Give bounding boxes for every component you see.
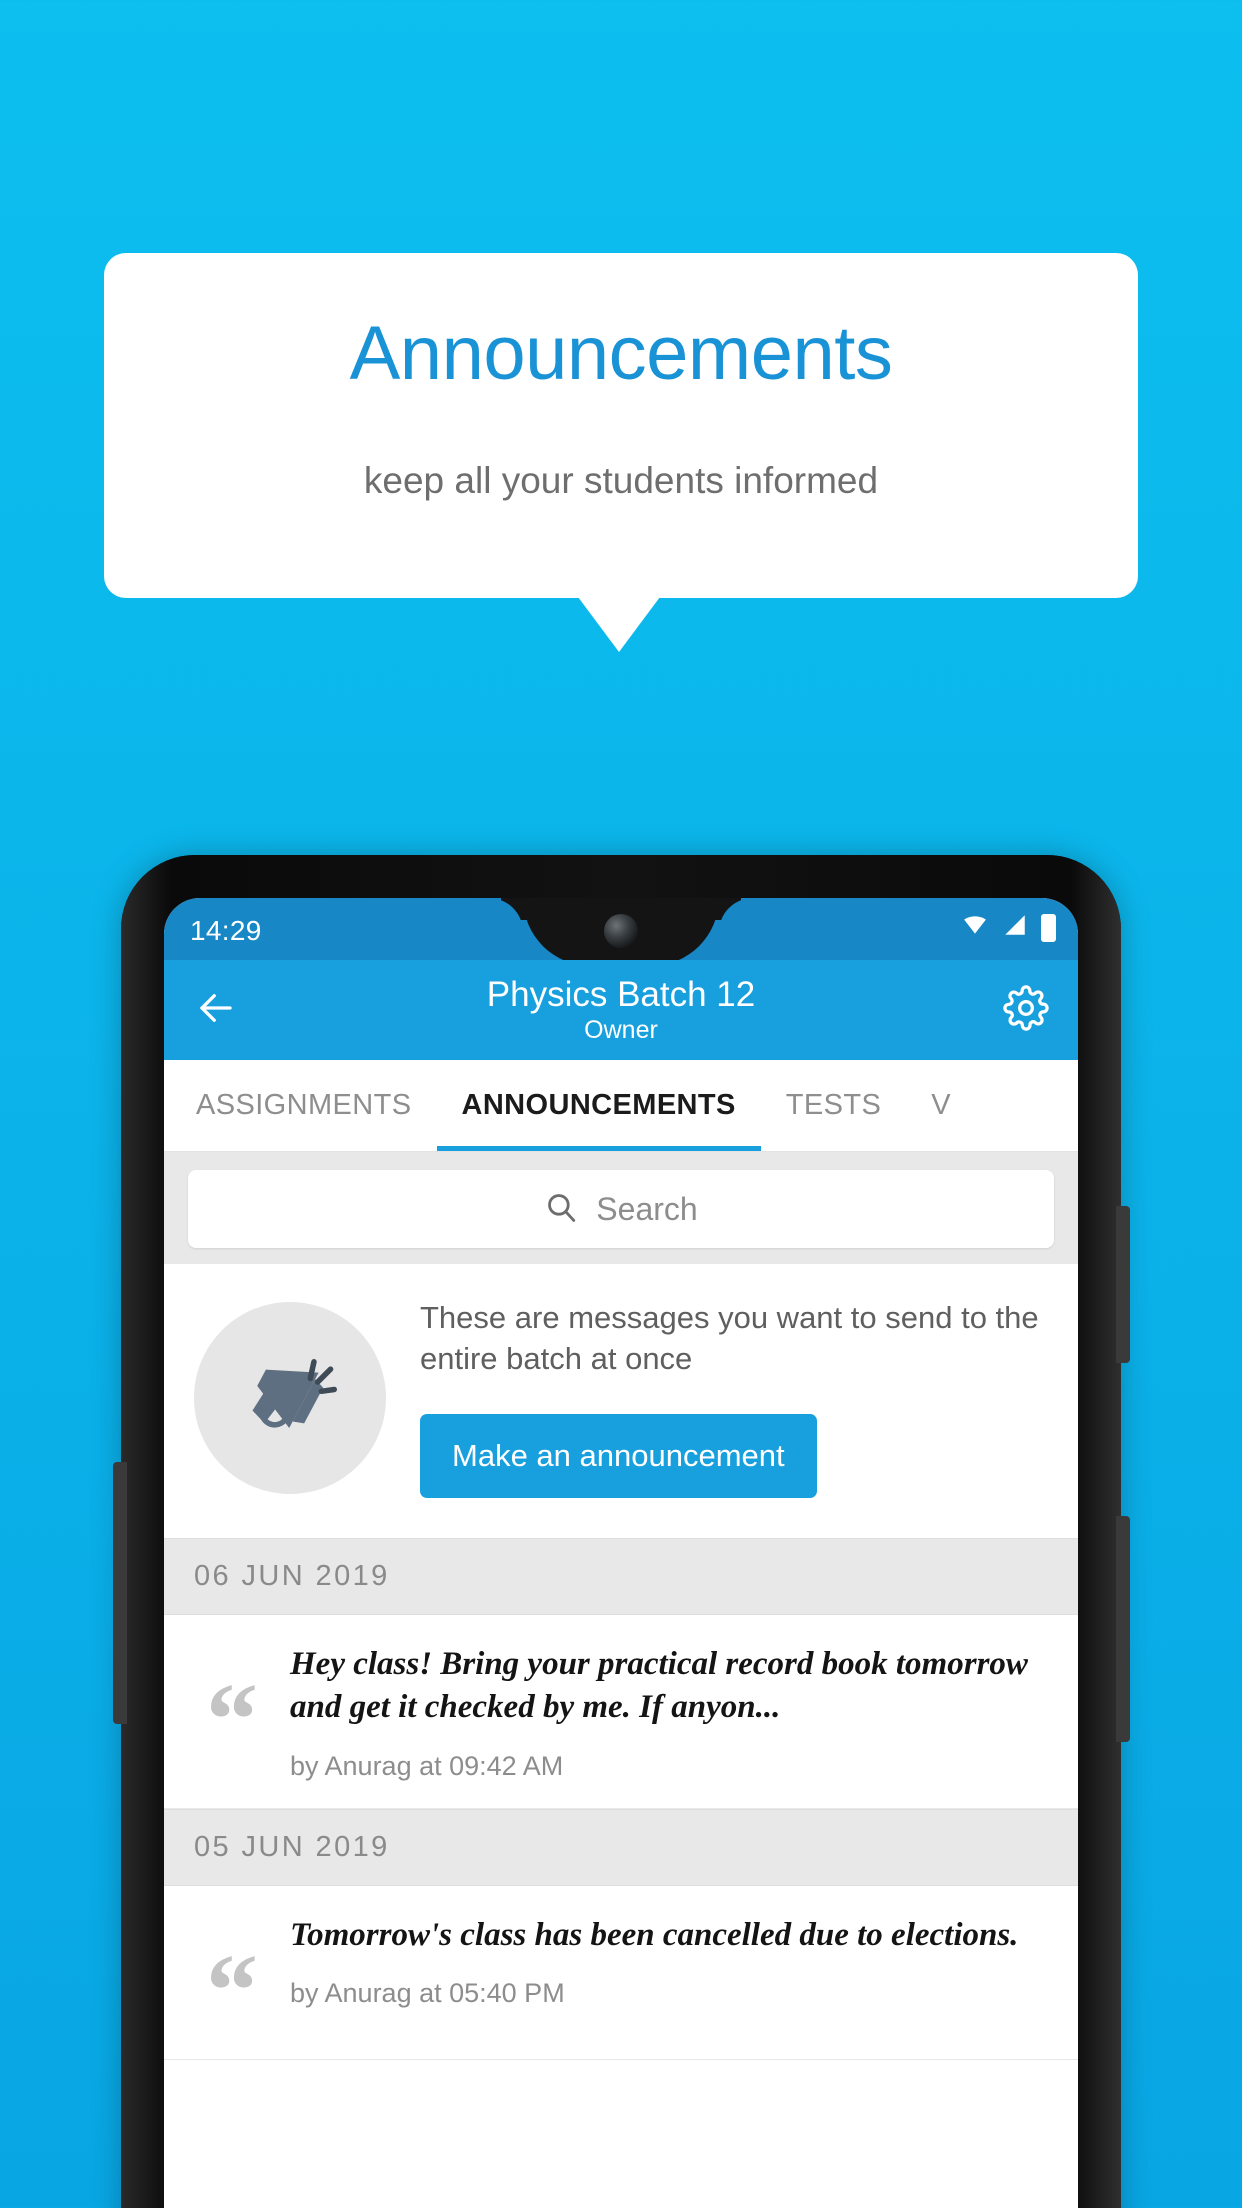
announcement-text: Hey class! Bring your practical record b… — [290, 1645, 1028, 1725]
announcement-row[interactable]: “ Tomorrow's class has been cancelled du… — [164, 1885, 1078, 2060]
cta-content: These are messages you want to send to t… — [420, 1298, 1048, 1498]
search-section: Search — [164, 1152, 1078, 1264]
back-button[interactable] — [188, 982, 244, 1038]
date-header: 05 JUN 2019 — [164, 1808, 1078, 1886]
phone-notch — [523, 898, 719, 966]
status-bar: 14:29 — [164, 898, 1078, 966]
phone-power-button[interactable] — [1116, 1206, 1130, 1363]
announcement-body: Tomorrow's class has been cancelled due … — [290, 1914, 1048, 2033]
settings-button[interactable] — [998, 982, 1054, 1038]
announcement-text: Tomorrow's class has been cancelled due … — [290, 1916, 1019, 1953]
page-subtitle: keep all your students informed — [363, 460, 879, 501]
app-bar-titles: Physics Batch 12 Owner — [164, 974, 1078, 1047]
promo-card — [104, 253, 1138, 598]
status-icons — [961, 912, 1056, 943]
app-bar: Physics Batch 12 Owner — [164, 960, 1078, 1060]
announcement-cta-section: These are messages you want to send to t… — [164, 1264, 1078, 1538]
signal-icon — [1002, 912, 1028, 943]
app-bar-subtitle: Owner — [584, 1016, 658, 1045]
quote-icon: “ — [206, 1932, 258, 2048]
app-bar-title: Physics Batch 12 — [486, 974, 756, 1014]
page-title: Announcements — [349, 311, 893, 396]
tab-overflow[interactable]: V — [906, 1060, 976, 1151]
wifi-icon — [961, 912, 989, 943]
status-time: 14:29 — [190, 915, 262, 946]
megaphone-icon-container — [194, 1301, 386, 1494]
quote-icon: “ — [206, 1661, 258, 1777]
announcement-meta: by Anurag at 09:42 AM — [290, 1750, 564, 1781]
promo-card-tail — [578, 597, 660, 652]
phone-volume-button[interactable] — [1116, 1516, 1130, 1742]
make-announcement-button[interactable]: Make an announcement — [420, 1413, 817, 1498]
phone-screen: 14:29 Physics Batch 12 Owner ASSIGNMENTS… — [164, 898, 1078, 2208]
cta-description: These are messages you want to send to t… — [420, 1300, 1039, 1376]
phone-left-button[interactable] — [113, 1462, 127, 1724]
tab-tests[interactable]: TESTS — [761, 1060, 906, 1151]
announcement-body: Hey class! Bring your practical record b… — [290, 1643, 1048, 1782]
battery-icon — [1041, 913, 1056, 942]
search-input[interactable]: Search — [188, 1170, 1054, 1248]
megaphone-icon — [231, 1336, 349, 1459]
tab-assignments[interactable]: ASSIGNMENTS — [164, 1060, 437, 1151]
search-placeholder: Search — [596, 1190, 698, 1227]
announcement-row[interactable]: “ Hey class! Bring your practical record… — [164, 1614, 1078, 1809]
date-header: 06 JUN 2019 — [164, 1537, 1078, 1615]
back-arrow-icon — [195, 987, 237, 1034]
tab-bar[interactable]: ASSIGNMENTS ANNOUNCEMENTS TESTS V — [164, 1060, 1078, 1152]
gear-icon — [1003, 984, 1049, 1036]
announcement-meta: by Anurag at 05:40 PM — [290, 1978, 565, 2009]
search-icon — [544, 1190, 578, 1229]
tab-announcements[interactable]: ANNOUNCEMENTS — [436, 1060, 762, 1151]
front-camera-icon — [604, 914, 638, 948]
